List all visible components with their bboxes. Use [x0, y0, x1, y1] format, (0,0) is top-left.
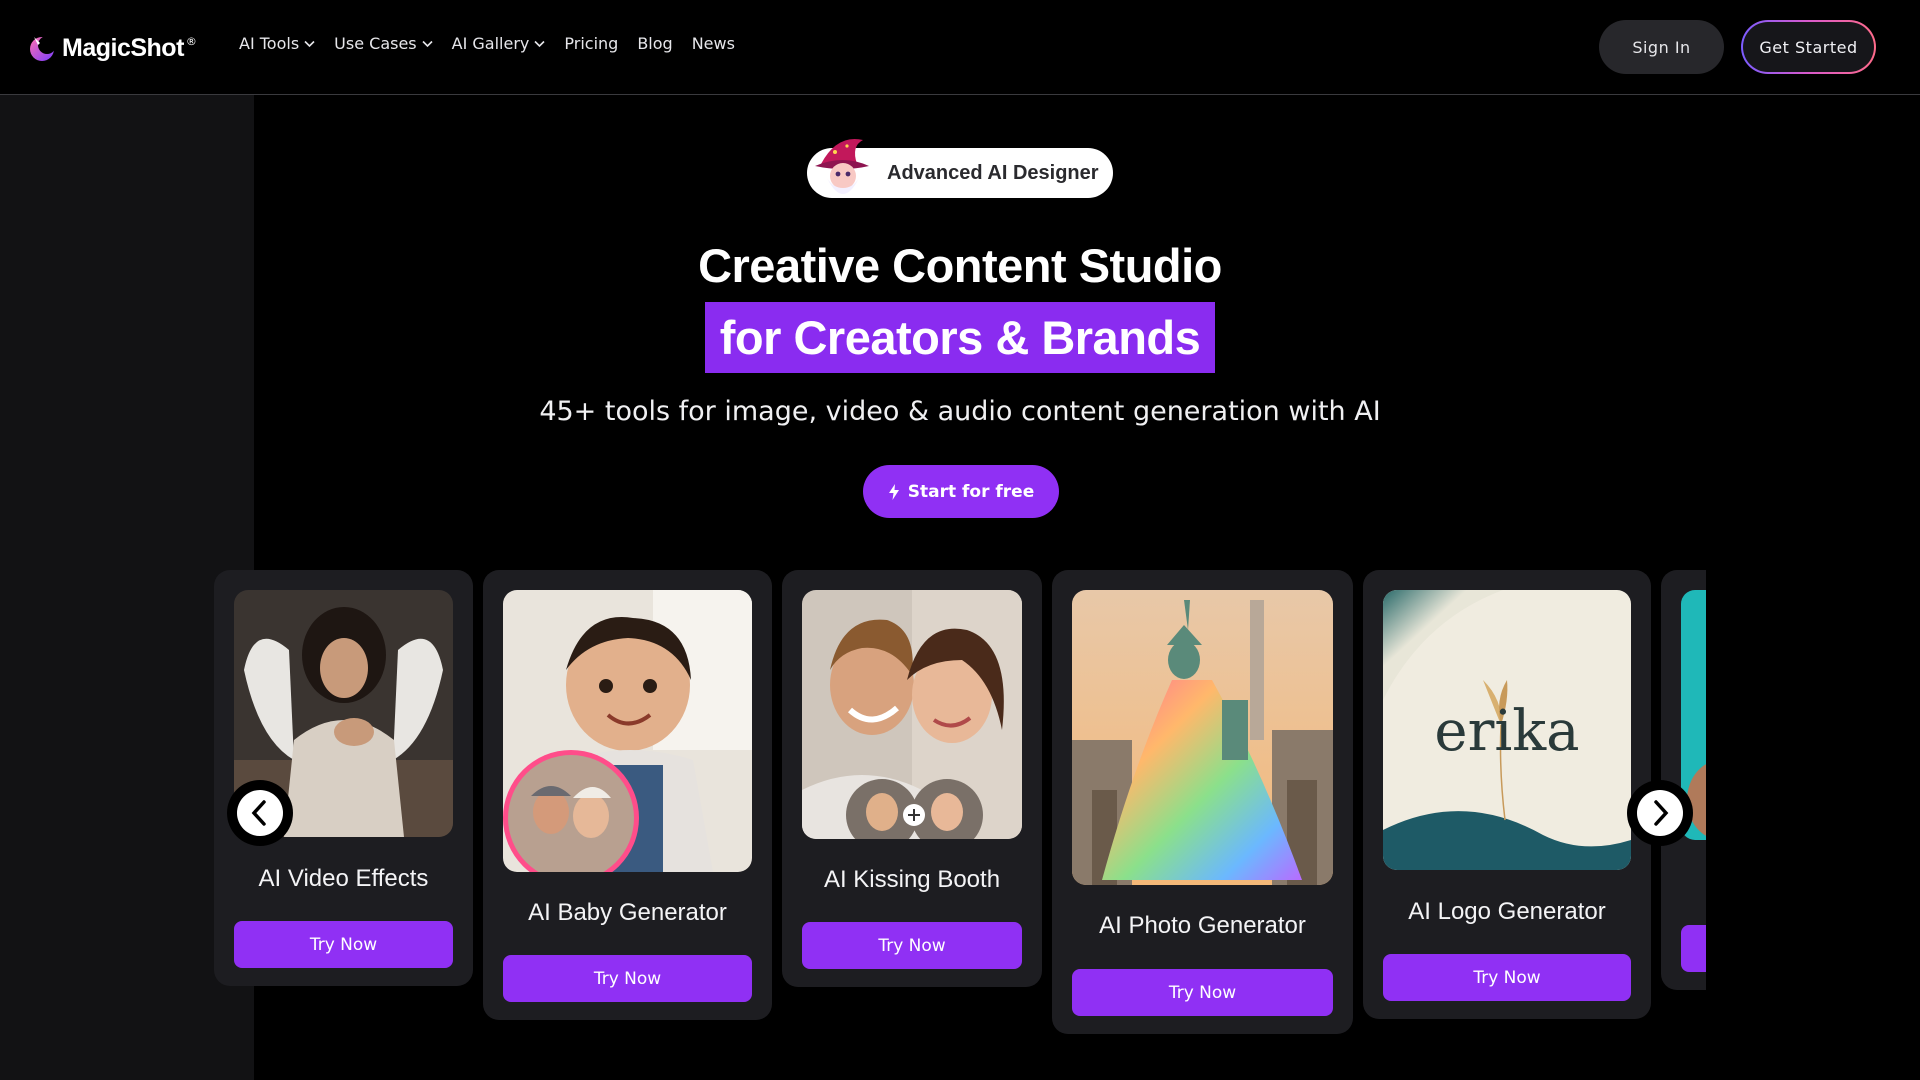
- nav-links: AI Tools Use Cases AI Gallery Pricing Bl…: [239, 34, 754, 53]
- get-started-button[interactable]: Get Started: [1741, 20, 1876, 74]
- carousel-next-button[interactable]: [1627, 780, 1693, 846]
- start-for-free-button[interactable]: Start for free: [863, 465, 1059, 518]
- couple-photo-image: [802, 590, 1022, 839]
- logo-sample-image: erika: [1383, 590, 1631, 870]
- nav-item-use-cases[interactable]: Use Cases: [334, 34, 433, 53]
- nav-item-blog[interactable]: Blog: [637, 34, 672, 53]
- chevron-down-icon: [534, 40, 545, 47]
- baby-photo-image: [503, 590, 752, 872]
- card-image: [802, 590, 1022, 839]
- sign-in-button[interactable]: Sign In: [1599, 20, 1724, 74]
- nav-item-label: News: [691, 34, 735, 53]
- card-title: AI Logo Generator: [1408, 898, 1606, 925]
- logo-icon: [30, 36, 56, 61]
- try-now-button[interactable]: [1681, 925, 1706, 972]
- registered-mark: ®: [185, 34, 197, 48]
- logo[interactable]: MagicShot ®: [28, 30, 197, 66]
- tool-card-ai-kissing-booth[interactable]: AI Kissing Booth Try Now: [782, 570, 1042, 987]
- try-now-button[interactable]: Try Now: [802, 922, 1022, 969]
- carousel-prev-button[interactable]: [227, 780, 293, 846]
- card-title: AI Baby Generator: [528, 899, 727, 926]
- chevron-right-icon: [1654, 800, 1669, 826]
- tool-card-ai-photo-generator[interactable]: AI Photo Generator Try Now: [1052, 570, 1353, 1034]
- tools-carousel: AI Video Effects Try Now AI Baby Generat…: [210, 568, 1706, 1048]
- hero-subtitle: 45+ tools for image, video & audio conte…: [539, 396, 1381, 427]
- chevron-down-icon: [422, 40, 433, 47]
- advanced-ai-designer-badge: Advanced AI Designer: [807, 139, 1113, 198]
- try-now-button[interactable]: Try Now: [1072, 969, 1333, 1016]
- top-navbar: MagicShot ® AI Tools Use Cases AI Galler…: [0, 0, 1920, 95]
- card-image: [503, 590, 752, 872]
- card-image: erika: [1383, 590, 1631, 870]
- statue-of-liberty-image: [1072, 590, 1333, 885]
- hero-title: Creative Content Studio: [698, 239, 1222, 292]
- card-title: AI Video Effects: [258, 865, 429, 892]
- hero-highlight: for Creators & Brands: [705, 302, 1215, 373]
- logo-text: MagicShot: [62, 33, 184, 62]
- chevron-down-icon: [304, 40, 315, 47]
- nav-item-pricing[interactable]: Pricing: [564, 34, 618, 53]
- start-for-free-label: Start for free: [907, 481, 1035, 502]
- nav-item-ai-gallery[interactable]: AI Gallery: [452, 34, 546, 53]
- get-started-label: Get Started: [1743, 22, 1874, 72]
- carousel-next-inner: [1637, 790, 1683, 836]
- nav-item-news[interactable]: News: [692, 34, 735, 53]
- nav-item-ai-tools[interactable]: AI Tools: [239, 34, 315, 53]
- card-image: [1072, 590, 1333, 885]
- tool-card-ai-baby-generator[interactable]: AI Baby Generator Try Now: [483, 570, 772, 1020]
- chevron-left-icon: [251, 800, 266, 826]
- nav-item-label: AI Tools: [239, 34, 300, 53]
- card-title: AI Kissing Booth: [823, 866, 1001, 893]
- try-now-button[interactable]: Try Now: [234, 921, 453, 968]
- nav-item-label: AI Gallery: [451, 34, 530, 53]
- wizard-mascot-icon: [815, 139, 869, 194]
- try-now-button[interactable]: Try Now: [1383, 954, 1631, 1001]
- lightning-icon: [888, 483, 899, 500]
- carousel-prev-inner: [237, 790, 283, 836]
- badge-text: Advanced AI Designer: [887, 162, 1099, 184]
- logo-sample-text: erika: [1434, 699, 1579, 764]
- card-title: AI Photo Generator: [1099, 912, 1306, 939]
- tool-card-ai-logo-generator[interactable]: erika AI Logo Generator Try Now: [1363, 570, 1651, 1019]
- nav-item-label: Use Cases: [334, 34, 417, 53]
- nav-item-label: Pricing: [564, 34, 619, 53]
- nav-item-label: Blog: [637, 34, 673, 53]
- tool-card-ai-video-effects[interactable]: AI Video Effects Try Now: [214, 570, 473, 986]
- try-now-button[interactable]: Try Now: [503, 955, 752, 1002]
